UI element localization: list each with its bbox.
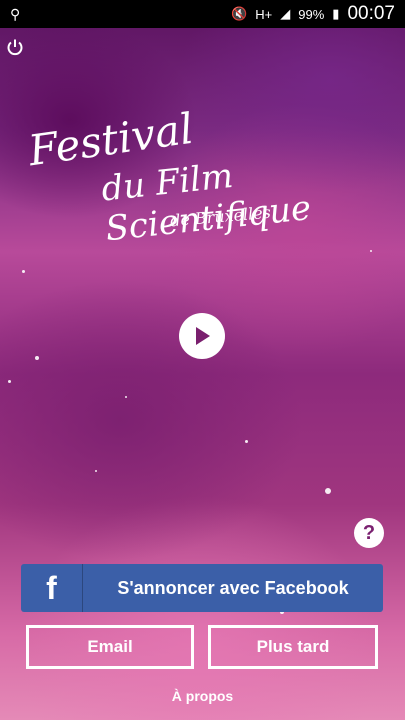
network-label: H+: [255, 6, 273, 22]
question-icon: ?: [362, 521, 376, 544]
help-button[interactable]: ?: [354, 518, 384, 548]
festival-logo: Festival du Film Scientifique de Bruxell…: [25, 104, 343, 250]
background-nebula: [0, 0, 405, 720]
email-button[interactable]: Email: [26, 625, 194, 669]
facebook-icon: f: [21, 564, 83, 612]
usb-icon: ⚲: [10, 5, 21, 22]
play-button[interactable]: [179, 313, 225, 359]
about-link[interactable]: À propos: [0, 688, 405, 704]
signal-icon: ◢: [280, 6, 291, 21]
power-icon[interactable]: [6, 38, 24, 56]
battery-charging-icon: ▮: [332, 6, 340, 21]
status-bar: ⚲ 🔇 H+ ◢ 99% ▮ 00:07: [0, 0, 405, 28]
play-icon: [196, 327, 210, 345]
later-button[interactable]: Plus tard: [208, 625, 378, 669]
mute-icon: 🔇: [231, 6, 248, 21]
clock: 00:07: [347, 3, 395, 24]
facebook-login-button[interactable]: f S'annoncer avec Facebook: [21, 564, 383, 612]
battery-percent: 99%: [298, 6, 325, 22]
facebook-button-label: S'annoncer avec Facebook: [117, 577, 349, 598]
